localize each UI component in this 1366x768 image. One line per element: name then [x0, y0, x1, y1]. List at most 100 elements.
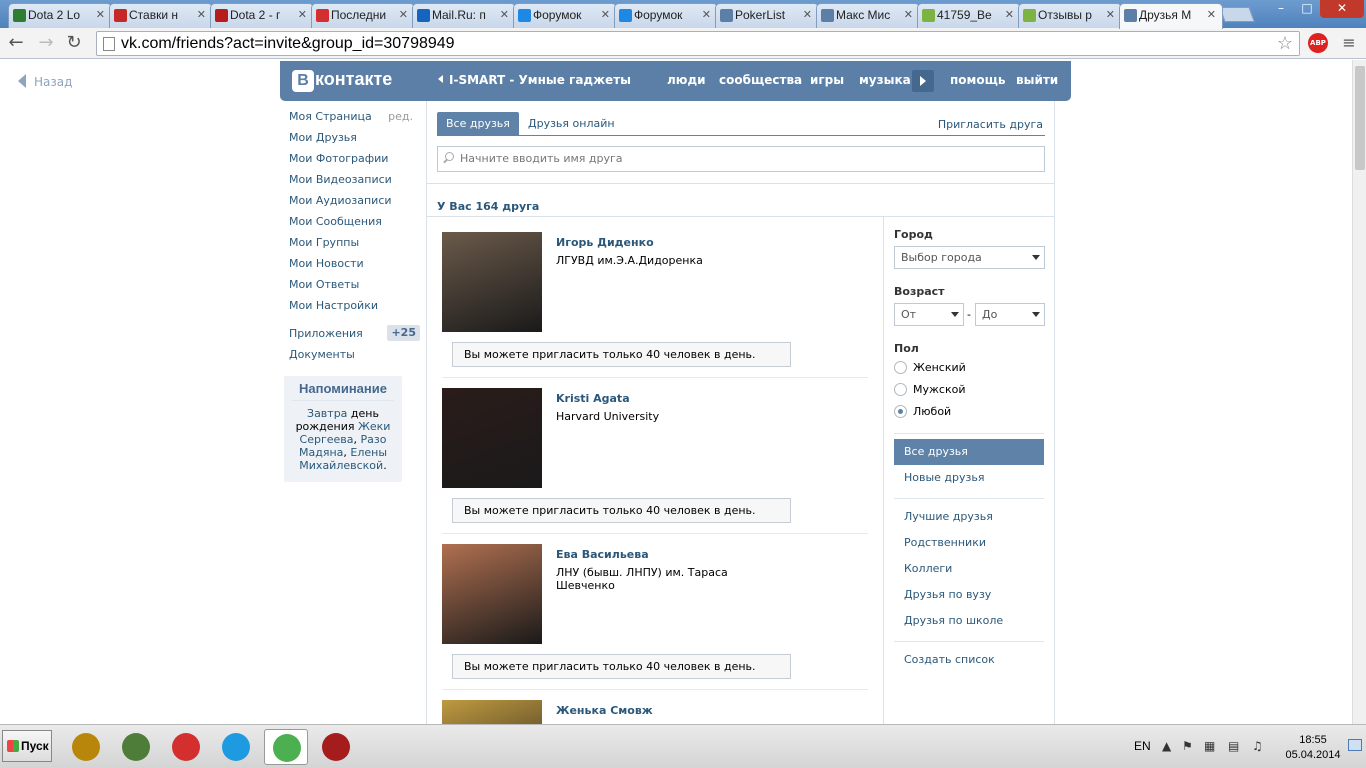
tab-online-friends[interactable]: Друзья онлайн — [519, 112, 624, 136]
friend-photo[interactable] — [442, 388, 542, 488]
friend-search-input[interactable]: Начните вводить имя друга — [437, 146, 1045, 172]
address-bar[interactable]: vk.com/friends?act=invite&group_id=30798… — [96, 31, 1300, 56]
taskbar-app[interactable] — [64, 729, 108, 765]
clock[interactable]: 18:55 05.04.2014 — [1280, 733, 1346, 763]
browser-tab[interactable]: PokerList ✕ — [715, 3, 819, 28]
list-relatives[interactable]: Родственники — [894, 530, 1044, 556]
nav-communities[interactable]: сообщества — [719, 73, 802, 87]
close-tab-icon[interactable]: ✕ — [803, 4, 812, 26]
menu-my-audio[interactable]: Мои Аудиозаписи — [289, 194, 419, 215]
browser-tab[interactable]: Форумок ✕ — [614, 3, 718, 28]
adblock-icon[interactable]: ABP — [1308, 33, 1328, 53]
close-tab-icon[interactable]: ✕ — [500, 4, 509, 26]
friend-name[interactable]: Ева Васильева — [556, 548, 649, 561]
menu-my-answers[interactable]: Мои Ответы — [289, 278, 419, 299]
browser-tab[interactable]: Mail.Ru: п ✕ — [412, 3, 516, 28]
sex-radio-female[interactable]: Женский — [894, 361, 966, 374]
vk-logo[interactable]: Вконтакте — [292, 69, 392, 92]
page-scrollbar[interactable] — [1352, 60, 1366, 724]
edit-link[interactable]: ред. — [388, 110, 413, 124]
menu-my-news[interactable]: Мои Новости — [289, 257, 419, 278]
friend-photo[interactable] — [442, 232, 542, 332]
scrollbar-thumb[interactable] — [1355, 66, 1365, 170]
menu-my-videos[interactable]: Мои Видеозаписи — [289, 173, 419, 194]
device-icon[interactable]: ▤ — [1228, 739, 1239, 753]
nav-logout[interactable]: выйти — [1016, 73, 1058, 87]
language-indicator[interactable]: EN — [1134, 739, 1151, 753]
taskbar-app[interactable] — [314, 729, 358, 765]
new-tab-button[interactable] — [1219, 7, 1255, 22]
age-to-select[interactable]: До — [975, 303, 1045, 326]
close-tab-icon[interactable]: ✕ — [1106, 4, 1115, 26]
volume-icon[interactable]: ♫ — [1252, 739, 1263, 753]
list-school-friends[interactable]: Друзья по школе — [894, 608, 1044, 634]
friend-name[interactable]: Kristi Agata — [556, 392, 630, 405]
close-tab-icon[interactable]: ✕ — [1005, 4, 1014, 26]
taskbar-app[interactable] — [214, 729, 258, 765]
network-signal-icon[interactable]: ▦ — [1204, 739, 1215, 753]
friend-name[interactable]: Женька Смовж — [556, 704, 653, 717]
show-desktop-button[interactable] — [1348, 739, 1362, 751]
reload-icon[interactable]: ↻ — [62, 32, 86, 54]
browser-tab[interactable]: Отзывы р ✕ — [1018, 3, 1122, 28]
friend-photo[interactable] — [442, 700, 542, 724]
city-select[interactable]: Выбор города — [894, 246, 1045, 269]
browser-tab[interactable]: Последни ✕ — [311, 3, 415, 28]
tab-all-friends[interactable]: Все друзья — [437, 112, 519, 136]
friend-photo[interactable] — [442, 544, 542, 644]
taskbar-app[interactable] — [114, 729, 158, 765]
close-tab-icon[interactable]: ✕ — [197, 4, 206, 26]
menu-applications[interactable]: Приложения +25 — [289, 325, 420, 348]
menu-my-friends[interactable]: Мои Друзья — [289, 131, 419, 152]
invite-limit-button[interactable]: Вы можете пригласить только 40 человек в… — [452, 342, 791, 367]
menu-my-page[interactable]: Моя Страница ред. — [289, 110, 419, 131]
menu-my-settings[interactable]: Мои Настройки — [289, 299, 419, 320]
tray-expand-icon[interactable]: ▲ — [1162, 739, 1171, 753]
browser-tab[interactable]: 41759_Ве ✕ — [917, 3, 1021, 28]
list-new-friends[interactable]: Новые друзья — [894, 465, 1044, 491]
forward-arrow-icon[interactable]: → — [34, 32, 58, 54]
invite-limit-button[interactable]: Вы можете пригласить только 40 человек в… — [452, 654, 791, 679]
browser-tab[interactable]: Dota 2 - г ✕ — [210, 3, 314, 28]
menu-my-groups[interactable]: Мои Группы — [289, 236, 419, 257]
nav-help[interactable]: помощь — [950, 73, 1005, 87]
nav-people[interactable]: люди — [667, 73, 706, 87]
browser-tab[interactable]: Ставки н ✕ — [109, 3, 213, 28]
browser-tab[interactable]: Друзья М ✕ — [1119, 3, 1223, 29]
list-all-friends[interactable]: Все друзья — [894, 439, 1044, 465]
back-arrow-icon[interactable]: ← — [4, 32, 28, 54]
browser-tab[interactable]: Форумок ✕ — [513, 3, 617, 28]
nav-music[interactable]: музыка — [859, 73, 911, 87]
close-tab-icon[interactable]: ✕ — [601, 4, 610, 26]
back-link[interactable]: Назад — [18, 74, 72, 89]
menu-documents[interactable]: Документы — [289, 348, 419, 369]
list-colleagues[interactable]: Коллеги — [894, 556, 1044, 582]
close-tab-icon[interactable]: ✕ — [298, 4, 307, 26]
friend-name[interactable]: Игорь Диденко — [556, 236, 654, 249]
invite-friend-link[interactable]: Пригласить друга — [938, 118, 1043, 131]
browser-tab[interactable]: Dota 2 Lo ✕ — [8, 3, 112, 28]
taskbar-app[interactable] — [264, 729, 308, 765]
taskbar-app[interactable] — [164, 729, 208, 765]
close-window-button[interactable]: ✕ — [1320, 0, 1364, 18]
age-from-select[interactable]: От — [894, 303, 964, 326]
group-back-link[interactable]: I-SMART - Умные гаджеты — [438, 73, 631, 87]
close-tab-icon[interactable]: ✕ — [1207, 4, 1216, 26]
minimize-button[interactable]: – — [1268, 0, 1294, 18]
nav-more-arrow-icon[interactable] — [912, 70, 934, 92]
create-list-link[interactable]: Создать список — [894, 647, 1044, 673]
list-university-friends[interactable]: Друзья по вузу — [894, 582, 1044, 608]
close-tab-icon[interactable]: ✕ — [904, 4, 913, 26]
menu-my-photos[interactable]: Мои Фотографии — [289, 152, 419, 173]
browser-tab[interactable]: Макс Мис ✕ — [816, 3, 920, 28]
close-tab-icon[interactable]: ✕ — [399, 4, 408, 26]
reminder-tomorrow-link[interactable]: Завтра — [307, 407, 347, 420]
sex-radio-any[interactable]: Любой — [894, 405, 951, 418]
menu-my-messages[interactable]: Мои Сообщения — [289, 215, 419, 236]
close-tab-icon[interactable]: ✕ — [702, 4, 711, 26]
sex-radio-male[interactable]: Мужской — [894, 383, 965, 396]
list-best-friends[interactable]: Лучшие друзья — [894, 504, 1044, 530]
start-button[interactable]: Пуск — [2, 730, 52, 762]
browser-menu-icon[interactable]: ≡ — [1340, 33, 1358, 53]
invite-limit-button[interactable]: Вы можете пригласить только 40 человек в… — [452, 498, 791, 523]
